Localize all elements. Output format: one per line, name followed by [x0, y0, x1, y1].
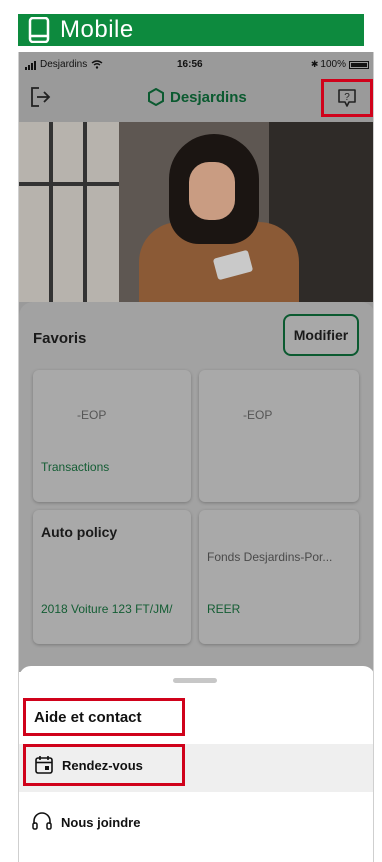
status-time: 16:56	[177, 59, 203, 70]
mobile-banner: Mobile	[18, 14, 364, 46]
battery-icon	[349, 60, 369, 69]
favorites-title: Favoris	[33, 330, 87, 347]
headset-icon	[32, 812, 52, 830]
carrier-name: Desjardins	[40, 59, 88, 70]
sheet-drag-handle[interactable]	[173, 678, 217, 683]
brand-logo: Desjardins	[147, 88, 247, 106]
appointments-row[interactable]: Rendez-vous	[19, 744, 373, 792]
help-button[interactable]: ?	[321, 79, 373, 117]
help-chat-icon: ?	[338, 89, 356, 107]
favorite-card[interactable]: Auto policy 2018 Voiture 123 FT/JM/	[33, 510, 191, 644]
smartphone-icon	[28, 17, 50, 43]
card-link[interactable]: REER	[207, 602, 240, 616]
card-link[interactable]: Transactions	[41, 460, 109, 474]
svg-text:?: ?	[344, 92, 350, 103]
contact-label: Nous joindre	[61, 814, 141, 830]
hero-image	[19, 122, 373, 302]
logout-icon[interactable]	[29, 86, 51, 108]
help-bottom-sheet: Aide et contact Rendez-vous Nous joindre	[19, 666, 373, 862]
banner-title: Mobile	[60, 16, 134, 43]
favorite-card[interactable]: -EOP	[199, 370, 359, 502]
desjardins-hexagon-icon	[148, 88, 164, 106]
favorite-card[interactable]: Fonds Desjardins-Por... REER	[199, 510, 359, 644]
card-account-code: -EOP	[77, 408, 107, 422]
appointments-label: Rendez-vous	[62, 757, 143, 773]
favorites-section: Favoris Modifier -EOP Transactions -EOP …	[19, 302, 373, 672]
appointments-highlight: Rendez-vous	[23, 744, 185, 786]
card-link[interactable]: 2018 Voiture 123 FT/JM/	[41, 602, 172, 616]
signal-icon	[25, 59, 37, 70]
sheet-title-box: Aide et contact	[23, 698, 185, 736]
card-account-code: -EOP	[243, 408, 273, 422]
bluetooth-icon: ✱	[310, 59, 319, 69]
modify-button[interactable]: Modifier	[283, 314, 359, 356]
status-bar: Desjardins 16:56 ✱ 100%	[19, 52, 373, 78]
sheet-title: Aide et contact	[34, 708, 142, 726]
battery-percent: 100%	[320, 59, 346, 70]
top-navbar: Desjardins ?	[19, 78, 373, 122]
brand-name: Desjardins	[170, 88, 247, 106]
phone-screen: Desjardins 16:56 ✱ 100% Desjardins ? Fav…	[18, 52, 374, 862]
contact-row[interactable]: Nous joindre	[31, 812, 140, 832]
card-title: Auto policy	[41, 524, 118, 540]
wifi-icon	[91, 60, 103, 69]
calendar-icon	[35, 756, 53, 774]
favorite-card[interactable]: -EOP Transactions	[33, 370, 191, 502]
card-description: Fonds Desjardins-Por...	[207, 550, 333, 564]
